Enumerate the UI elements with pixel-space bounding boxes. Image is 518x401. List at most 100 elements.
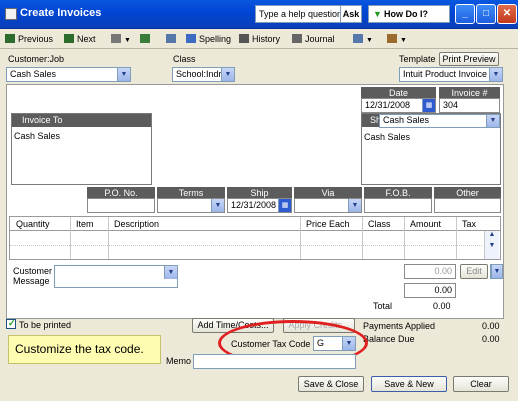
ask-button[interactable]: Ask xyxy=(340,5,362,23)
ship-to-value: Cash Sales xyxy=(383,115,430,125)
column-quantity: Quantity xyxy=(16,219,50,229)
invoice-to-header: Invoice To xyxy=(12,114,151,127)
grid-divider xyxy=(362,217,363,259)
arrow-left-icon xyxy=(5,34,15,43)
column-class: Class xyxy=(368,219,391,229)
customer-message-dropdown[interactable]: ▼ xyxy=(54,265,178,288)
chevron-down-icon: ▼ xyxy=(348,199,361,212)
chevron-down-icon: ▼ xyxy=(211,199,224,212)
grid-divider xyxy=(404,217,405,259)
edit-tax-button[interactable]: Edit xyxy=(460,264,488,279)
grid-divider xyxy=(300,217,301,259)
to-be-printed-checkbox[interactable]: ✓ xyxy=(6,318,16,329)
calendar-icon: ▦ xyxy=(278,199,291,212)
class-label: Class xyxy=(173,54,196,64)
template-dropdown[interactable]: Intuit Product Invoice ▼ xyxy=(399,67,503,82)
grid-divider xyxy=(70,217,71,259)
chevron-up-icon: ▲ xyxy=(488,231,496,238)
invoice-number-field[interactable]: 304 xyxy=(439,98,500,113)
terms-dropdown[interactable]: ▼ xyxy=(157,198,225,213)
spelling-label: Spelling xyxy=(199,34,232,44)
clear-button[interactable]: Clear xyxy=(453,376,509,392)
chevron-down-icon: ▼ xyxy=(373,9,382,19)
subtotal-field: 0.00 xyxy=(404,283,456,298)
email-icon xyxy=(140,34,150,43)
calendar-button[interactable]: ▼ xyxy=(353,32,373,46)
toolbar: Previous Next ▼ Spelling History Journal… xyxy=(0,29,518,49)
invoice-to-box[interactable]: Invoice To Cash Sales xyxy=(11,113,152,185)
chevron-down-icon: ▼ xyxy=(164,266,177,279)
grid-row-line xyxy=(10,245,482,246)
tax-amount-field: 0.00 xyxy=(404,264,456,279)
memo-field[interactable] xyxy=(193,354,356,369)
customer-job-dropdown[interactable]: Cash Sales ▼ xyxy=(6,67,131,82)
class-dropdown[interactable]: School:Indr ▼ xyxy=(172,67,235,82)
payments-applied-value: 0.00 xyxy=(482,321,500,331)
grid-scrollbar[interactable]: ▲ ▼ xyxy=(484,231,499,259)
other-field[interactable] xyxy=(434,198,501,213)
printer-icon xyxy=(111,34,121,43)
balance-due-label: Balance Due xyxy=(363,334,415,344)
invoice-form: Date 12/31/2008 ▦ Invoice # 304 Invoice … xyxy=(6,84,504,319)
ship-date-value: 12/31/2008 xyxy=(231,200,277,210)
spelling-button[interactable]: Spelling xyxy=(186,32,231,46)
calendar-icon xyxy=(353,34,363,43)
previous-button[interactable]: Previous xyxy=(5,32,53,46)
save-new-button[interactable]: Save & New xyxy=(371,376,447,392)
history-button[interactable]: History xyxy=(239,32,280,46)
journal-label: Journal xyxy=(305,34,335,44)
line-items-grid[interactable]: Quantity Item Description Price Each Cla… xyxy=(9,216,501,260)
template-value: Intuit Product Invoice xyxy=(403,69,488,79)
fob-field[interactable] xyxy=(364,198,432,213)
grid-divider xyxy=(108,217,109,259)
minimize-button[interactable]: _ xyxy=(455,4,475,24)
chevron-down-icon: ▼ xyxy=(400,37,407,44)
app-icon xyxy=(5,8,17,20)
window-title: Create Invoices xyxy=(20,7,102,19)
history-label: History xyxy=(252,34,281,44)
customer-job-label: Customer:Job xyxy=(8,54,65,64)
next-button[interactable]: Next xyxy=(64,32,96,46)
class-value: School:Indr xyxy=(176,69,222,79)
chevron-down-icon: ▼ xyxy=(366,37,373,44)
column-price-each: Price Each xyxy=(306,219,350,229)
customer-message-label: Customer xyxy=(13,266,53,276)
tip-callout: Customize the tax code. xyxy=(8,335,161,364)
close-button[interactable]: ✕ xyxy=(497,4,517,24)
ship-to-box[interactable]: Ship To Cash Sales ▼ Cash Sales xyxy=(361,113,501,185)
find-button[interactable] xyxy=(166,32,179,46)
column-description: Description xyxy=(114,219,160,229)
total-label: Total xyxy=(373,301,393,311)
save-close-button[interactable]: Save & Close xyxy=(298,376,364,392)
po-number-field[interactable] xyxy=(87,198,155,213)
journal-button[interactable]: Journal xyxy=(292,32,335,46)
to-be-printed-label: To be printed xyxy=(19,320,72,330)
chevron-down-icon: ▼ xyxy=(491,265,502,278)
customer-job-value: Cash Sales xyxy=(10,69,57,79)
memo-label: Memo xyxy=(166,356,192,366)
date-value: 12/31/2008 xyxy=(365,100,411,110)
attach-button[interactable]: ▼ xyxy=(387,32,407,46)
payments-applied-label: Payments Applied xyxy=(363,321,436,331)
tax-item-dropdown[interactable]: ▼ xyxy=(490,264,503,279)
print-preview-button[interactable]: Print Preview xyxy=(439,52,499,66)
chevron-down-icon: ▼ xyxy=(221,68,234,81)
attach-icon xyxy=(387,34,397,43)
ship-date-field[interactable]: 12/31/2008 ▦ xyxy=(227,198,292,213)
chevron-down-icon: ▼ xyxy=(488,242,496,249)
balance-due-value: 0.00 xyxy=(482,334,500,344)
column-amount: Amount xyxy=(410,219,442,229)
email-button[interactable] xyxy=(140,32,153,46)
ship-to-dropdown[interactable]: Cash Sales ▼ xyxy=(379,114,500,128)
print-button[interactable]: ▼ xyxy=(111,32,131,46)
how-do-i-button[interactable]: ▼ How Do I? xyxy=(368,5,450,23)
date-field[interactable]: 12/31/2008 ▦ xyxy=(361,98,436,113)
calendar-icon: ▦ xyxy=(422,99,435,112)
maximize-button[interactable]: □ xyxy=(476,4,496,24)
previous-label: Previous xyxy=(18,34,54,44)
invoice-number-value: 304 xyxy=(443,100,459,110)
via-dropdown[interactable]: ▼ xyxy=(294,198,362,213)
title-bar: Create Invoices Type a help question Ask… xyxy=(0,0,518,29)
template-label: Template xyxy=(399,54,436,64)
next-label: Next xyxy=(77,34,96,44)
